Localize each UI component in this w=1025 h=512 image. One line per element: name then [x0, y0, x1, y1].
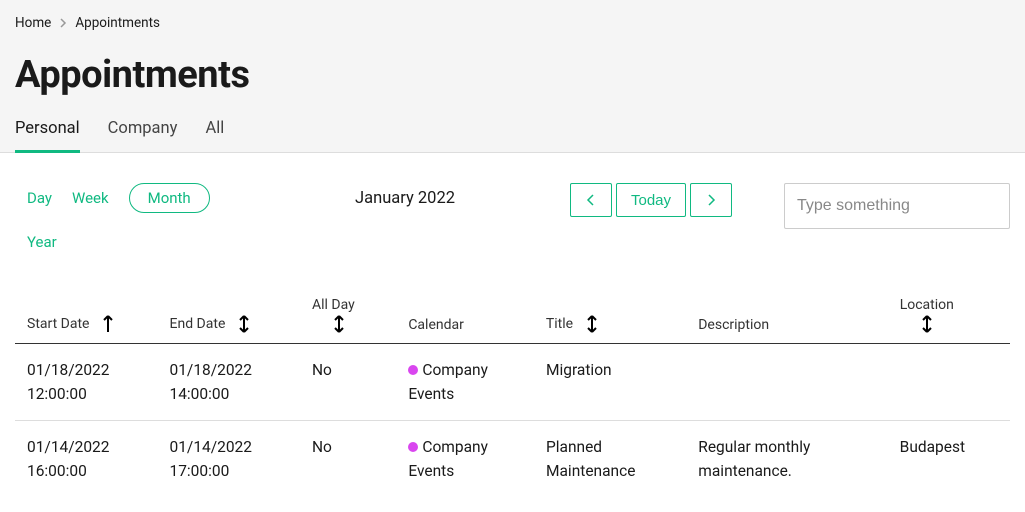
next-button[interactable] — [690, 183, 732, 217]
controls-row: Day Week Month Year January 2022 Today — [15, 183, 1010, 257]
cell-title: Migration — [546, 358, 698, 382]
cell-title: Planned Maintenance — [546, 435, 698, 483]
sort-both-icon — [587, 315, 597, 333]
date-nav: Today — [570, 183, 732, 217]
tab-all[interactable]: All — [205, 115, 224, 153]
cell-calendar-name: Company Events — [408, 361, 488, 403]
th-calendar[interactable]: Calendar — [408, 317, 546, 333]
view-toggle-day[interactable]: Day — [27, 183, 52, 213]
tab-company[interactable]: Company — [108, 115, 178, 153]
breadcrumb-current: Appointments — [75, 15, 160, 31]
th-label: All Day — [312, 297, 355, 313]
th-description[interactable]: Description — [698, 317, 899, 333]
th-label: Calendar — [408, 317, 464, 333]
view-toggles: Day Week Month Year — [15, 183, 330, 257]
breadcrumb: Home Appointments — [15, 15, 1010, 31]
table-row[interactable]: 01/14/2022 16:00:00 01/14/2022 17:00:00 … — [15, 421, 1010, 497]
sort-asc-icon — [103, 315, 113, 333]
chevron-right-icon — [706, 193, 716, 207]
th-start-date[interactable]: Start Date — [27, 315, 170, 333]
th-label: Title — [546, 316, 573, 332]
cell-start-date: 01/14/2022 16:00:00 — [27, 435, 170, 483]
today-button[interactable]: Today — [616, 183, 686, 217]
cell-calendar: Company Events — [408, 358, 546, 406]
th-label: End Date — [170, 316, 226, 332]
appointments-table: Start Date End Date All Day — [15, 297, 1010, 497]
view-toggle-week[interactable]: Week — [72, 183, 109, 213]
chevron-left-icon — [586, 193, 596, 207]
sort-both-icon — [239, 315, 249, 333]
cell-calendar: Company Events — [408, 435, 546, 483]
th-title[interactable]: Title — [546, 315, 698, 333]
th-label: Start Date — [27, 316, 89, 332]
cell-all-day: No — [312, 435, 408, 459]
table-body: 01/18/2022 12:00:00 01/18/2022 14:00:00 … — [15, 344, 1010, 497]
th-end-date[interactable]: End Date — [170, 315, 313, 333]
table-row[interactable]: 01/18/2022 12:00:00 01/18/2022 14:00:00 … — [15, 344, 1010, 421]
sort-both-icon — [922, 315, 932, 333]
chevron-right-icon — [59, 18, 67, 28]
tab-personal[interactable]: Personal — [15, 115, 80, 153]
sort-both-icon — [334, 315, 344, 333]
cell-calendar-name: Company Events — [408, 438, 488, 480]
cell-description: Regular monthly maintenance. — [698, 435, 899, 483]
breadcrumb-home[interactable]: Home — [15, 15, 51, 31]
page-title: Appointments — [15, 53, 1010, 97]
cell-end-date: 01/18/2022 14:00:00 — [170, 358, 313, 406]
calendar-dot-icon — [408, 442, 418, 452]
cell-start-date: 01/18/2022 12:00:00 — [27, 358, 170, 406]
th-label: Location — [900, 297, 954, 313]
calendar-dot-icon — [408, 365, 418, 375]
table-header: Start Date End Date All Day — [15, 297, 1010, 344]
period-label: January 2022 — [330, 183, 570, 208]
cell-end-date: 01/14/2022 17:00:00 — [170, 435, 313, 483]
th-location[interactable]: Location — [900, 297, 998, 333]
cell-location: Budapest — [900, 435, 998, 459]
prev-button[interactable] — [570, 183, 612, 217]
view-toggle-year[interactable]: Year — [27, 227, 330, 257]
view-toggle-month[interactable]: Month — [129, 183, 210, 213]
cell-all-day: No — [312, 358, 408, 382]
search-input[interactable] — [784, 183, 1010, 229]
th-all-day[interactable]: All Day — [312, 297, 408, 333]
th-label: Description — [698, 317, 769, 333]
tabs: Personal Company All — [0, 115, 1025, 153]
